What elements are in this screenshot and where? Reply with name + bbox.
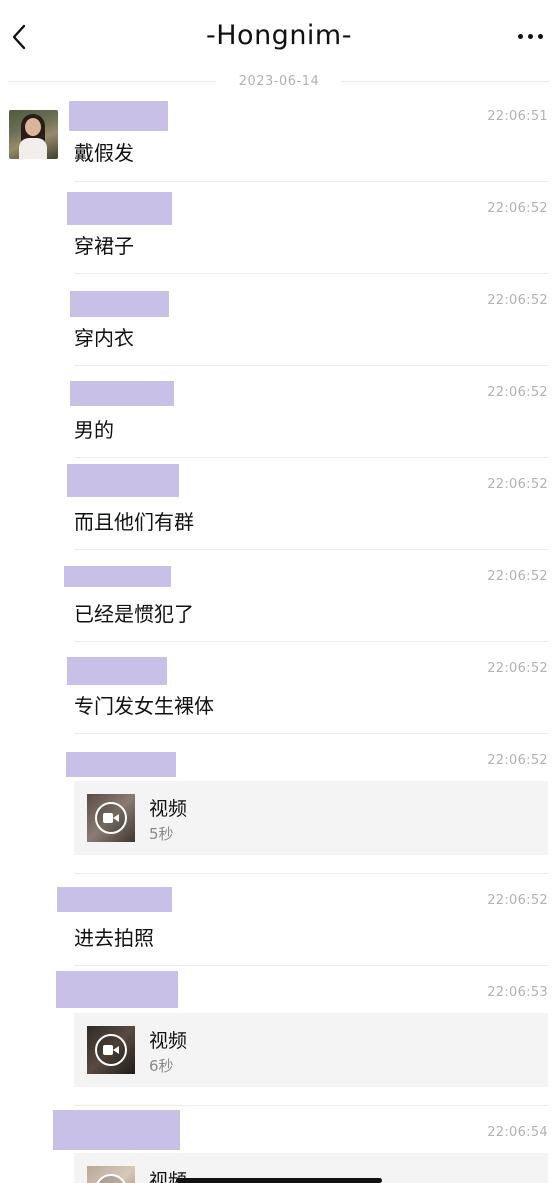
message-text: 专门发女生裸体: [74, 694, 214, 718]
message-item: 22:06:52 穿内衣: [0, 274, 558, 366]
video-thumbnail: [87, 1166, 135, 1183]
message-timestamp: 22:06:54: [487, 1125, 548, 1140]
video-thumbnail: [87, 794, 135, 842]
message-item: 22:06:52 视频 5秒: [0, 734, 558, 874]
message-timestamp: 22:06:52: [487, 385, 548, 400]
message-timestamp: 22:06:52: [487, 293, 548, 308]
message-timestamp: 22:06:52: [487, 569, 548, 584]
redacted-sender-name: [70, 381, 174, 406]
redacted-sender-name: [67, 464, 179, 497]
message-text: 男的: [74, 418, 114, 442]
chat-history-page: -Hongnim- 2023-06-14 22:06:51 戴假发 22:06:…: [0, 0, 558, 1183]
message-timestamp: 22:06:52: [487, 201, 548, 216]
redacted-sender-name: [64, 566, 171, 587]
message-item: 22:06:52 而且他们有群: [0, 458, 558, 550]
message-text: 穿内衣: [74, 326, 134, 350]
message-item: 22:06:52 男的: [0, 366, 558, 458]
message-item: 22:06:52 专门发女生裸体: [0, 642, 558, 734]
message-item: 22:06:52 穿裙子: [0, 182, 558, 274]
redacted-sender-name: [67, 192, 172, 225]
more-button[interactable]: [512, 24, 548, 48]
redacted-sender-name: [67, 657, 167, 685]
message-timestamp: 22:06:52: [487, 753, 548, 768]
message-timestamp: 22:06:51: [487, 109, 548, 124]
message-timestamp: 22:06:52: [487, 893, 548, 908]
more-dots-icon: [517, 33, 523, 39]
redacted-sender-name: [70, 291, 169, 317]
video-duration: 5秒: [149, 825, 174, 843]
redacted-sender-name: [53, 1110, 180, 1150]
redacted-sender-name: [69, 101, 168, 131]
redacted-sender-name: [56, 971, 178, 1008]
home-indicator: [176, 1178, 382, 1183]
video-message-card[interactable]: 视频 5秒: [74, 781, 548, 855]
message-text: 进去拍照: [74, 926, 154, 950]
message-item: 22:06:52 进去拍照: [0, 874, 558, 966]
video-thumbnail: [87, 1026, 135, 1074]
video-label: 视频: [149, 798, 188, 820]
message-item: 22:06:51 戴假发: [0, 100, 558, 182]
video-label: 视频: [149, 1030, 188, 1052]
message-text: 而且他们有群: [74, 510, 194, 534]
message-text: 穿裙子: [74, 234, 134, 258]
message-text: 戴假发: [74, 141, 134, 165]
date-divider: 2023-06-14: [8, 72, 550, 92]
message-timestamp: 22:06:53: [487, 985, 548, 1000]
message-timestamp: 22:06:52: [487, 661, 548, 676]
video-duration: 6秒: [149, 1057, 174, 1075]
message-item: 22:06:54 视频: [0, 1106, 558, 1183]
video-camera-icon: [103, 813, 119, 823]
message-item: 22:06:53 视频 6秒: [0, 966, 558, 1106]
video-message-card[interactable]: 视频 6秒: [74, 1013, 548, 1087]
video-camera-icon: [103, 1045, 119, 1055]
redacted-sender-name: [66, 752, 176, 777]
redacted-sender-name: [57, 887, 172, 912]
header-bar: -Hongnim-: [0, 0, 558, 78]
message-item: 22:06:52 已经是惯犯了: [0, 550, 558, 642]
page-title: -Hongnim-: [206, 20, 352, 51]
message-timestamp: 22:06:52: [487, 477, 548, 492]
message-text: 已经是惯犯了: [74, 602, 194, 626]
